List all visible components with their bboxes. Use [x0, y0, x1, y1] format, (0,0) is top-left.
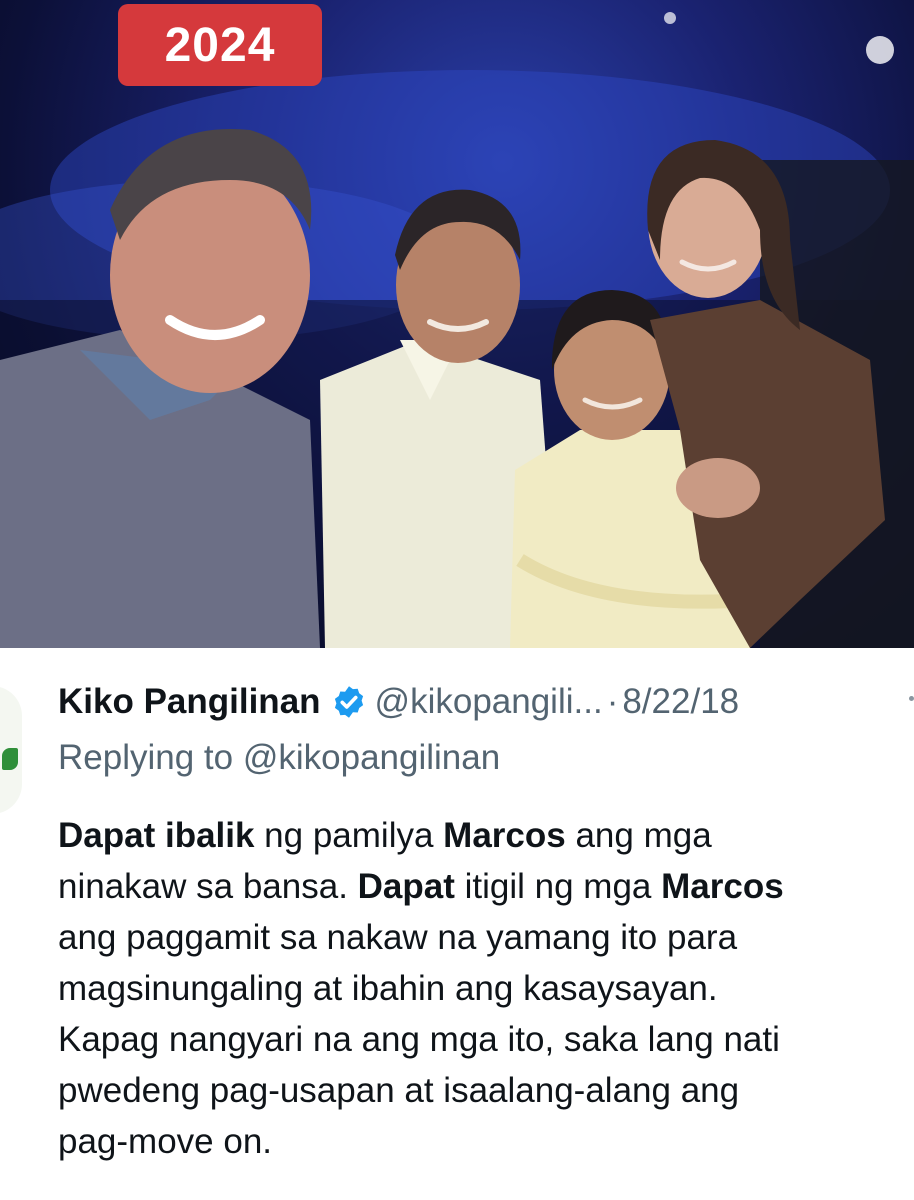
- tweet-text-run: itigil ng mga: [454, 867, 662, 906]
- tweet-text-line: pwedeng pag-usapan at isaalang-alang ang: [58, 1065, 914, 1116]
- more-options-icon[interactable]: [909, 696, 914, 701]
- tweet-text-bold-run: Marcos: [661, 867, 784, 906]
- replying-to: Replying to @kikopangilinan: [58, 738, 500, 778]
- author-handle[interactable]: @kikopangili...: [375, 682, 603, 722]
- tweet-text-bold-run: Marcos: [443, 816, 566, 855]
- tweet-text-line: Kapag nangyari na ang mga ito, saka lang…: [58, 1014, 914, 1065]
- tweet-card[interactable]: Kiko Pangilinan @kikopangili... · 8/22/1…: [0, 648, 914, 1200]
- author-display-name[interactable]: Kiko Pangilinan: [58, 682, 321, 722]
- tweet-text-line: ninakaw sa bansa. Dapat itigil ng mga Ma…: [58, 861, 914, 912]
- tweet-text-line: pag-move on.: [58, 1116, 914, 1167]
- replying-to-label: Replying to: [58, 738, 234, 777]
- tweet-text-run: ang mga: [565, 816, 712, 855]
- tweet-text-run: ang paggamit sa nakaw na yamang ito para: [58, 918, 738, 957]
- header-separator: ·: [606, 682, 619, 721]
- tweet-header: Kiko Pangilinan @kikopangili... · 8/22/1…: [58, 678, 739, 726]
- verified-badge-icon: [331, 684, 367, 720]
- photo-illustration: [0, 12, 914, 648]
- tweet-text-line: Dapat ibalik ng pamilya Marcos ang mga: [58, 810, 914, 861]
- tweet-text-run: ninakaw sa bansa.: [58, 867, 358, 906]
- tweet-text-bold-run: Dapat ibalik: [58, 816, 255, 855]
- author-avatar[interactable]: [0, 686, 22, 814]
- leaf-icon: [2, 748, 18, 770]
- tweet-date[interactable]: 8/22/18: [622, 682, 739, 722]
- year-badge: 2024: [118, 4, 322, 86]
- tweet-text-line: ang paggamit sa nakaw na yamang ito para: [58, 912, 914, 963]
- tweet-text-run: Kapag nangyari na ang mga ito, saka lang…: [58, 1020, 780, 1059]
- tweet-text-line: magsinungaling at ibahin ang kasaysayan.: [58, 963, 914, 1014]
- tweet-text-run: magsinungaling at ibahin ang kasaysayan.: [58, 969, 718, 1008]
- tweet-text: Dapat ibalik ng pamilya Marcos ang mga ni…: [58, 810, 914, 1167]
- replying-to-mention[interactable]: @kikopangilinan: [243, 738, 500, 777]
- tweet-text-run: ng pamilya: [254, 816, 444, 855]
- tweet-text-bold-run: Dapat: [357, 867, 455, 906]
- tweet-text-run: pag-move on.: [58, 1122, 273, 1161]
- tweet-text-run: pwedeng pag-usapan at isaalang-alang ang: [58, 1071, 740, 1110]
- tweet-photo[interactable]: 2024: [0, 0, 914, 648]
